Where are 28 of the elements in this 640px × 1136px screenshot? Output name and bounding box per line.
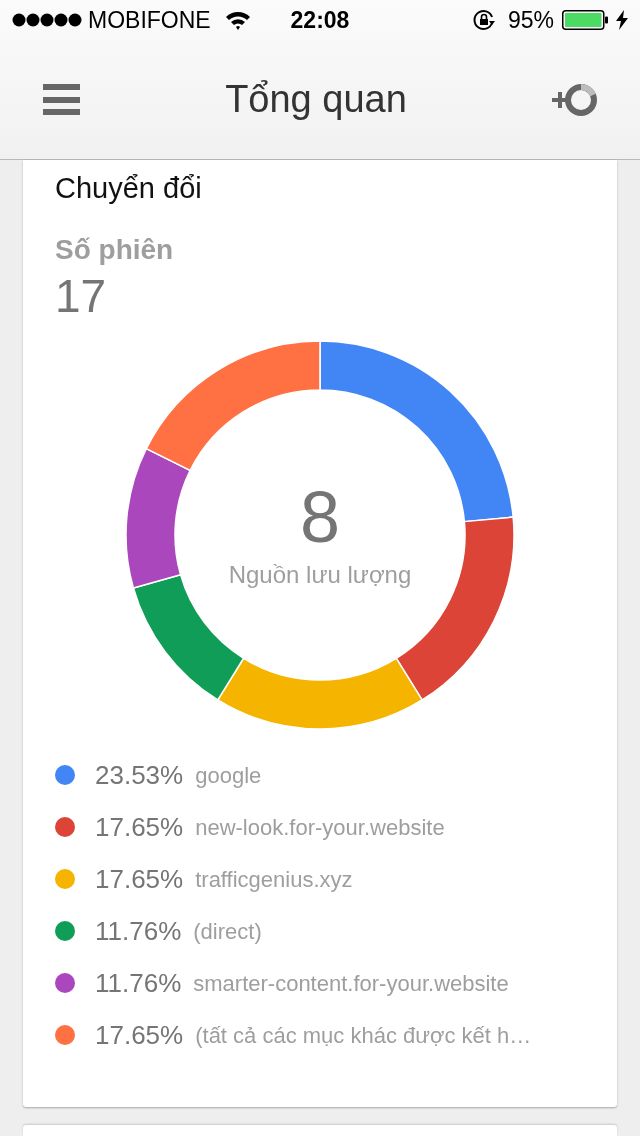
legend-percent: 17.65% <box>95 862 184 896</box>
legend-label: new-look.for-your.website <box>195 813 445 842</box>
metric-label: Số phiên <box>55 234 174 266</box>
metric-value: 17 <box>55 272 107 320</box>
legend-label: (direct) <box>193 917 262 946</box>
card-title: Chuyển đổi <box>55 171 203 205</box>
wifi-icon <box>224 10 251 30</box>
legend-percent: 11.76% <box>95 914 182 948</box>
rotation-lock-icon <box>471 8 496 32</box>
charging-bolt-icon <box>616 10 628 30</box>
page-title: Tổng quan <box>225 77 407 122</box>
legend-percent: 17.65% <box>95 810 184 844</box>
chart-center-label: Nguồn lưu lượng <box>228 561 412 589</box>
battery-percent: 95% <box>507 5 554 35</box>
carrier-name: MOBIFONE <box>88 5 211 35</box>
plus-ring-icon[interactable] <box>552 82 598 117</box>
battery-icon <box>562 10 608 30</box>
signal-dots-icon <box>12 13 82 27</box>
menu-icon[interactable] <box>43 84 80 115</box>
legend-percent: 23.53% <box>95 758 184 792</box>
chart-center-value: 8 <box>299 481 340 553</box>
legend-label: smarter-content.for-your.website <box>193 969 509 998</box>
legend-percent: 17.65% <box>95 1018 184 1052</box>
legend-label: (tất cả các mục khác được kết h… <box>195 1021 532 1050</box>
status-time: 22:08 <box>290 5 350 35</box>
legend-label: trafficgenius.xyz <box>195 865 353 894</box>
legend-percent: 11.76% <box>95 966 182 1000</box>
legend-label: google <box>195 761 262 790</box>
